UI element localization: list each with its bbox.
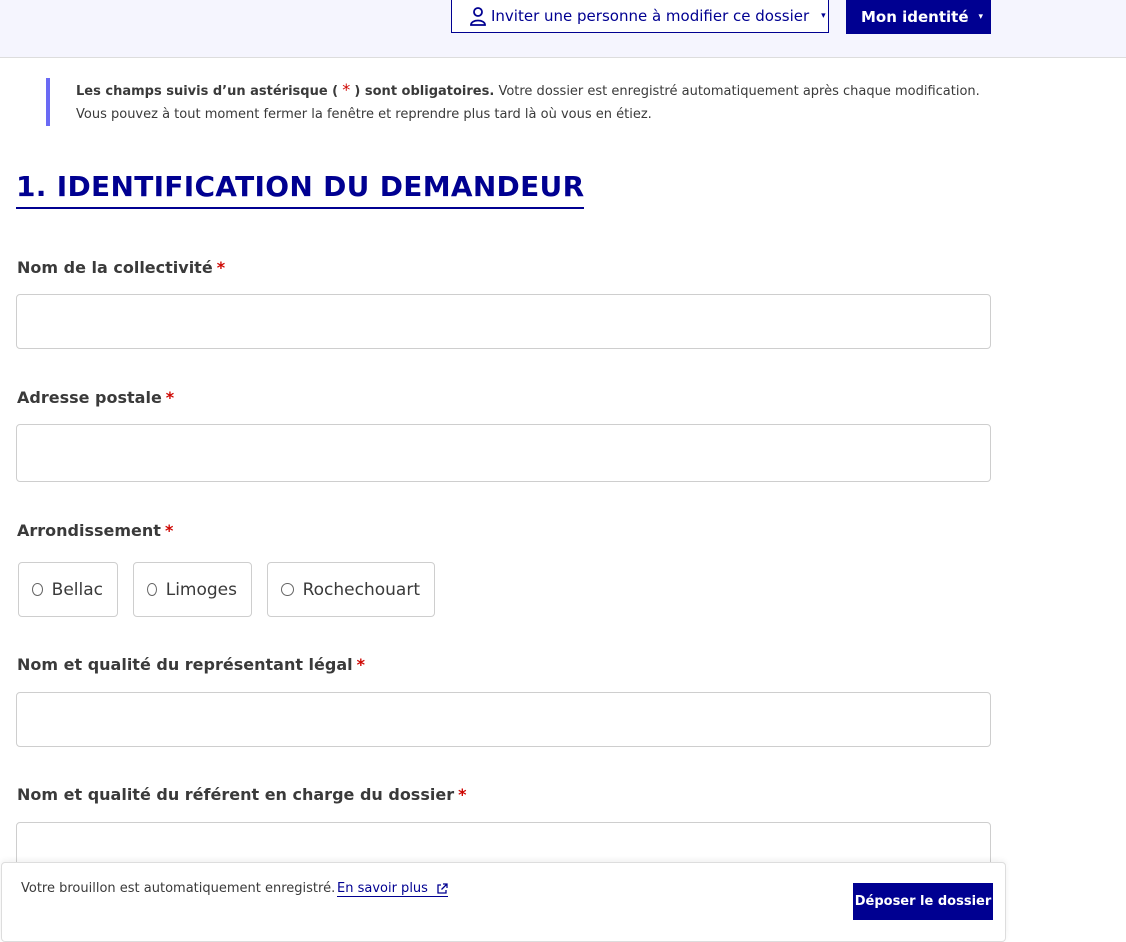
submit-dossier-button[interactable]: Déposer le dossier [853,883,993,920]
representant-label-text: Nom et qualité du représentant légal [17,655,353,674]
notice-asterisk: * [342,80,351,99]
referent-label-text: Nom et qualité du référent en charge du … [17,785,455,804]
learn-more-label: En savoir plus [337,881,428,896]
radio-option-label: Bellac [51,579,103,600]
my-identity-button[interactable]: Mon identité ▾ [846,0,991,34]
arrondissement-label: Arrondissement * [17,521,173,540]
collectivite-input[interactable] [16,294,991,349]
invite-person-button[interactable]: Inviter une personne à modifier ce dossi… [451,0,829,33]
radio-option-label: Limoges [165,579,237,600]
chevron-down-icon: ▾ [978,12,984,22]
referent-label: Nom et qualité du référent en charge du … [17,785,466,804]
required-asterisk: * [164,521,174,540]
radio-button-icon[interactable] [281,583,294,596]
collectivite-label: Nom de la collectivité * [17,258,225,277]
required-asterisk: * [458,785,467,804]
radio-button-icon[interactable] [147,583,157,596]
required-asterisk: * [356,655,365,674]
required-asterisk: * [165,388,175,407]
adresse-label-text: Adresse postale [17,388,162,407]
required-fields-notice: Les champs suivis d’un astérisque ( * ) … [46,78,996,126]
user-icon [469,6,487,26]
invite-person-label: Inviter une personne à modifier ce dossi… [491,7,810,25]
my-identity-label: Mon identité [861,8,969,26]
arrondissement-label-text: Arrondissement [17,521,161,540]
notice-bold-text: Les champs suivis d’un astérisque ( [76,84,339,99]
section-title: 1. IDENTIFICATION DU DEMANDEUR [16,170,585,209]
adresse-label: Adresse postale * [17,388,174,407]
representant-input[interactable] [16,692,991,747]
notice-bold-text-end: ) sont obligatoires. [354,84,495,99]
representant-label: Nom et qualité du représentant légal * [17,655,365,674]
radio-option-limoges[interactable]: Limoges [133,562,252,617]
radio-option-bellac[interactable]: Bellac [18,562,118,617]
draft-saved-text: Votre brouillon est automatiquement enre… [21,881,336,896]
radio-button-icon[interactable] [32,583,43,596]
external-link-icon [436,882,448,895]
radio-option-label: Rochechouart [302,579,420,600]
adresse-input[interactable] [16,424,991,482]
top-header: Inviter une personne à modifier ce dossi… [0,0,1126,58]
required-asterisk: * [216,258,226,277]
collectivite-label-text: Nom de la collectivité [17,258,213,277]
draft-footer-bar: Votre brouillon est automatiquement enre… [1,862,1006,942]
learn-more-link[interactable]: En savoir plus [337,881,448,897]
radio-option-rochechouart[interactable]: Rochechouart [267,562,435,617]
chevron-down-icon: ▾ [821,11,826,21]
